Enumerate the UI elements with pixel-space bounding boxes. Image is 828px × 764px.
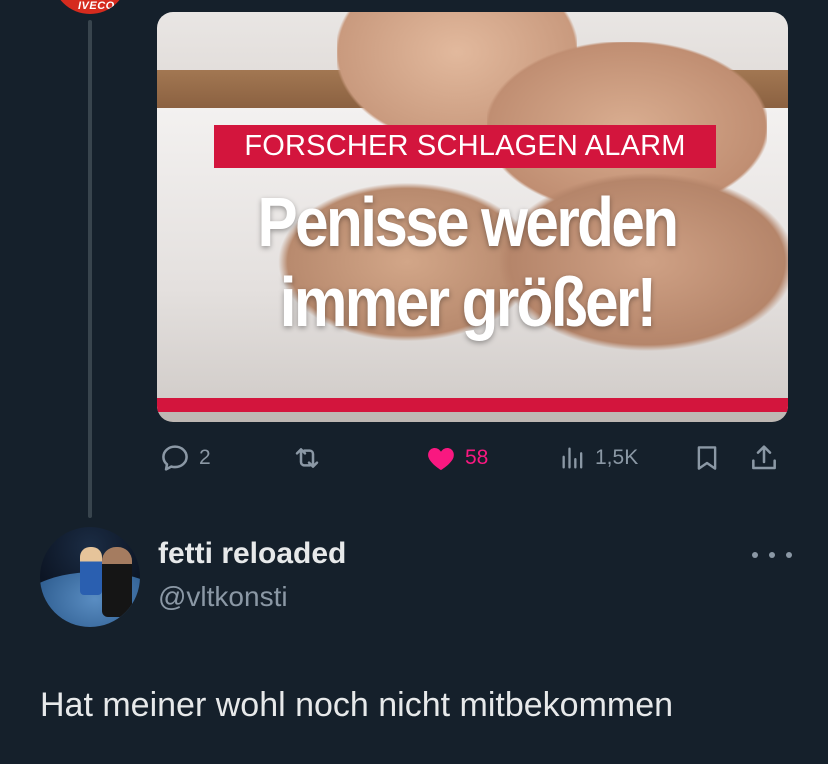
bookmark-icon <box>692 442 722 474</box>
avatar-logo-text: IVECO <box>78 0 115 12</box>
share-button[interactable] <box>748 436 780 480</box>
reply-count: 2 <box>199 446 211 469</box>
repost-icon <box>289 442 325 474</box>
more-options-button[interactable] <box>752 543 792 567</box>
reply-button[interactable]: 2 <box>159 436 211 480</box>
repost-button[interactable] <box>289 436 325 480</box>
image-headline-line2: immer größer! <box>279 263 657 341</box>
like-count: 58 <box>465 446 489 469</box>
image-kicker-label: FORSCHER SCHLAGEN ALARM <box>214 125 716 168</box>
image-headline-line1: Penisse werden <box>257 183 680 261</box>
reply-tweet-text: Hat meiner wohl noch nicht mitbekommen <box>40 686 674 724</box>
previous-author-avatar[interactable]: IVECO <box>52 0 128 14</box>
avatar-figure <box>80 547 102 595</box>
like-button[interactable]: 58 <box>425 436 488 480</box>
reply-icon <box>159 442 191 474</box>
tweet-action-bar: 2 58 1,5K <box>157 436 788 480</box>
bookmark-button[interactable] <box>692 436 722 480</box>
more-dot-icon <box>769 552 775 558</box>
view-count: 1,5K <box>595 446 639 469</box>
avatar-figure <box>102 547 132 617</box>
more-dot-icon <box>786 552 792 558</box>
views-icon <box>559 442 587 474</box>
heart-icon <box>425 442 457 474</box>
reply-author-header: fetti reloaded @vltkonsti <box>40 527 800 637</box>
views-button[interactable]: 1,5K <box>559 436 638 480</box>
image-headline: Penisse werden immer größer! <box>226 182 708 342</box>
author-display-name[interactable]: fetti reloaded <box>158 537 346 571</box>
share-icon <box>748 442 780 474</box>
thread-connector-line <box>88 20 92 518</box>
avatar[interactable] <box>40 527 140 627</box>
author-handle[interactable]: @vltkonsti <box>158 581 288 613</box>
image-accent-bar <box>157 398 788 412</box>
more-dot-icon <box>752 552 758 558</box>
tweet-media-image[interactable]: FORSCHER SCHLAGEN ALARM Penisse werden i… <box>157 12 788 422</box>
